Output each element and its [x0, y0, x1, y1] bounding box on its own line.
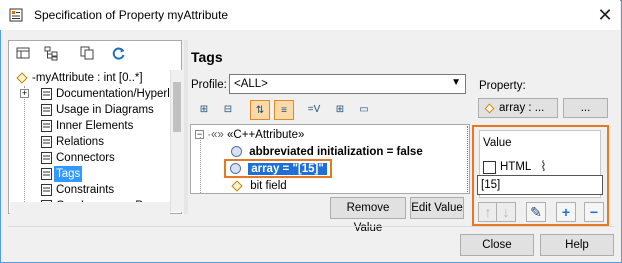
- refresh-icon[interactable]: [111, 45, 127, 61]
- property-icon: [231, 180, 243, 192]
- move-down-icon[interactable]: ↓: [496, 202, 516, 222]
- tree-item-tags[interactable]: Tags: [12, 166, 170, 182]
- tree-item-label: Relations: [56, 136, 104, 148]
- tag-label: abbreviated initialization = false: [249, 146, 423, 158]
- remove-icon[interactable]: −: [584, 202, 604, 222]
- value-panel: Value HTML ⌇ [15] ↑ ↓ ✎ + −: [472, 125, 609, 226]
- remove-value-button[interactable]: Remove Value: [330, 197, 406, 234]
- tree-item-label: Documentation/Hyperlin: [56, 88, 170, 100]
- specification-tree: -myAttribute : int [0..*] + Documentatio…: [10, 70, 170, 212]
- show-stereotype-icon[interactable]: ⇅: [250, 100, 270, 120]
- navigation-panel: -myAttribute : int [0..*] + Documentatio…: [8, 40, 182, 214]
- tags-heading: Tags: [191, 49, 223, 65]
- edit-icon[interactable]: ✎: [526, 202, 546, 222]
- page-icon: [41, 88, 52, 100]
- html-checkbox[interactable]: [483, 161, 496, 174]
- value-input[interactable]: [15]: [477, 175, 603, 195]
- collapse-all-icon[interactable]: ⊟: [218, 100, 238, 120]
- move-up-icon[interactable]: ↑: [478, 202, 498, 222]
- tree-item-label: Connectors: [56, 152, 115, 164]
- expand-icon[interactable]: +: [20, 89, 29, 98]
- list-icon[interactable]: ▭: [354, 100, 374, 120]
- stereotype-label: «C++Attribute»: [227, 129, 305, 141]
- property-label: Property:: [479, 80, 526, 92]
- copy-icon[interactable]: [79, 45, 95, 61]
- stereotype-marker: ·«»: [207, 129, 224, 141]
- tree-item-label: Tags: [54, 166, 83, 182]
- stereotype-row[interactable]: − ·«» «C++Attribute»: [195, 127, 304, 144]
- tree-edge-divider: [467, 126, 469, 192]
- grid-icon[interactable]: ⊞: [330, 100, 350, 120]
- tag-row-bit-field[interactable]: bit field: [231, 178, 287, 193]
- show-tags-icon[interactable]: ≡: [274, 100, 294, 120]
- tag-label: array = "[15]": [248, 163, 327, 175]
- panel-splitter[interactable]: [184, 40, 188, 214]
- scrollbar-thumb[interactable]: [173, 82, 181, 132]
- html-label: HTML: [500, 161, 532, 173]
- app-icon: [9, 8, 23, 22]
- property-icon: [16, 72, 28, 84]
- show-values-icon[interactable]: =V: [304, 100, 324, 120]
- tree-vertical-scrollbar[interactable]: [170, 70, 182, 212]
- footer-divider: [8, 226, 614, 227]
- profile-dropdown[interactable]: <ALL> ▼: [229, 74, 466, 94]
- value-text: [15]: [481, 179, 501, 191]
- page-icon: [41, 184, 52, 196]
- value-label: Value: [483, 137, 512, 149]
- paperclip-icon[interactable]: ⌇: [540, 158, 547, 175]
- property-icon: [484, 103, 495, 114]
- help-button[interactable]: Help: [540, 234, 614, 256]
- tag-row-array[interactable]: array = "[15]": [224, 159, 332, 178]
- profile-value: <ALL>: [234, 78, 268, 90]
- tags-connector: [200, 137, 201, 193]
- tree-root-label: -myAttribute : int [0..*]: [32, 72, 143, 84]
- tree-item-label: Constraints: [56, 184, 115, 196]
- property-value: array : ...: [499, 102, 545, 114]
- close-button[interactable]: Close: [460, 234, 534, 256]
- expand-all-icon[interactable]: ⊞: [194, 100, 214, 120]
- tag-icon: [231, 146, 242, 158]
- property-selector[interactable]: array : ...: [478, 98, 558, 118]
- close-window-button[interactable]: ✕: [591, 2, 619, 28]
- tag-label: bit field: [250, 180, 287, 192]
- page-icon: [41, 152, 52, 164]
- page-icon: [41, 136, 52, 148]
- tags-tree: − ·«» «C++Attribute» abbreviated initial…: [190, 124, 470, 194]
- chevron-down-icon: ▼: [451, 77, 461, 88]
- tag-icon: [230, 163, 241, 175]
- tree-connector: [24, 86, 25, 212]
- tree-item-label: Usage in Diagrams: [56, 104, 154, 116]
- add-icon[interactable]: +: [556, 202, 576, 222]
- tree-item-label: Inner Elements: [56, 120, 134, 132]
- list-view-icon[interactable]: [15, 45, 31, 61]
- tree-horizontal-scrollbar[interactable]: [10, 202, 170, 214]
- window-title: Specification of Property myAttribute: [34, 8, 229, 22]
- property-more-button[interactable]: ...: [563, 98, 608, 118]
- page-icon: [41, 168, 52, 180]
- page-icon: [41, 104, 52, 116]
- profile-label: Profile:: [191, 79, 227, 91]
- page-icon: [41, 120, 52, 132]
- tree-view-icon[interactable]: [43, 45, 59, 61]
- edit-value-button[interactable]: Edit Value: [410, 197, 464, 219]
